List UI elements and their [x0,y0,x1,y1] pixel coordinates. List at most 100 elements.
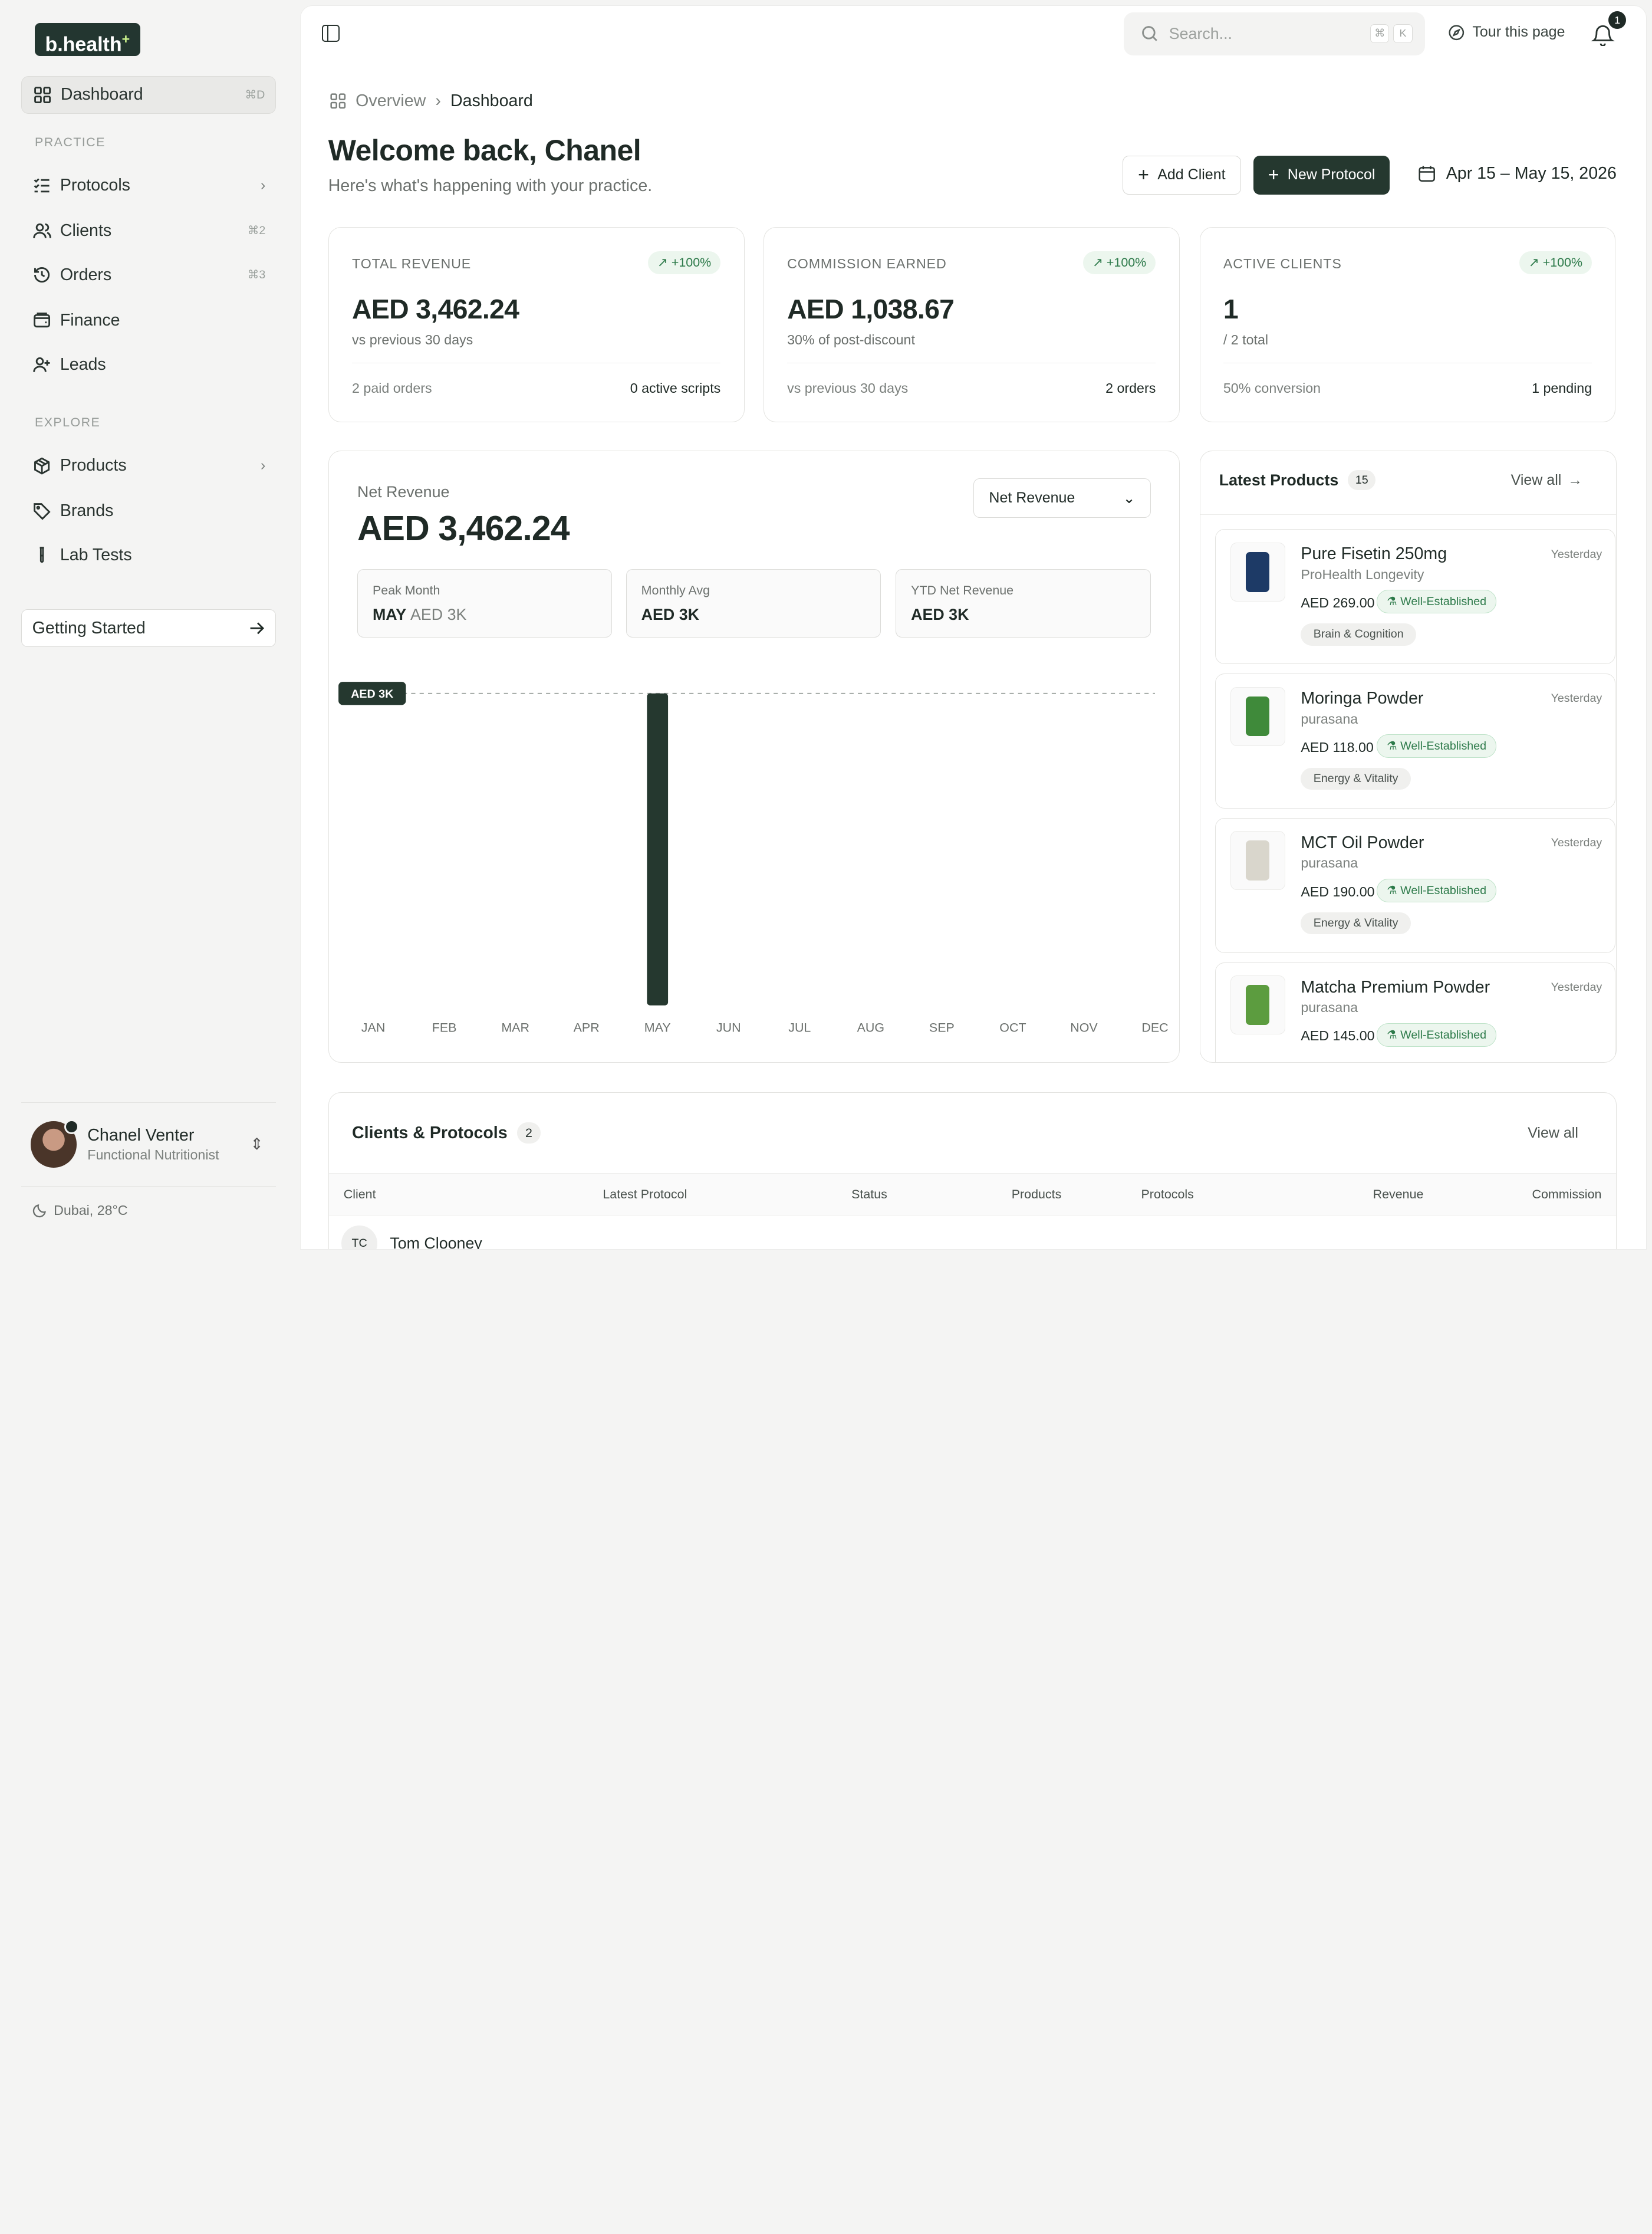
x-tick-label: JUN [716,1021,741,1035]
product-item[interactable]: Matcha Premium Powder purasana Yesterday AE… [1215,962,1615,1063]
products-view-all-link[interactable]: View all → [1511,472,1597,489]
sidebar-item-label: Finance [60,310,120,330]
column-header-protocols[interactable]: Protocols [1141,1187,1194,1202]
product-price: AED 118.00 [1301,739,1374,755]
latest-products-card: Latest Products 15 View all → Pure Fiset… [1199,451,1617,1063]
peak-month-value: MAY AED 3K [372,605,467,623]
sidebar-item-protocols[interactable]: Protocols › [21,166,276,204]
stat-footer-left: 2 paid orders [352,380,432,396]
product-list: Pure Fisetin 250mg ProHealth Longevity Yes… [1215,529,1615,1063]
stat-footer-left: vs previous 30 days [787,380,909,396]
date-range-picker[interactable]: Apr 15 – May 15, 2026 [1418,164,1617,183]
users-icon [33,224,52,238]
product-image [1230,686,1285,746]
x-tick-label: DEC [1141,1021,1168,1035]
category-tag: Energy & Vitality [1301,768,1411,790]
notification-count-badge: 1 [1608,11,1627,29]
chevrons-up-down-icon: ⇕ [250,1135,264,1154]
package-icon [34,457,50,475]
stat-subtext: / 2 total [1223,332,1269,348]
column-header-latest-protocol[interactable]: Latest Protocol [603,1187,687,1202]
breadcrumb-overview[interactable]: Overview [356,91,426,111]
sidebar-item-clients[interactable]: Clients ⌘2 [21,212,276,249]
tour-button[interactable]: Tour this page [1448,24,1565,41]
logo[interactable]: b.health+ [34,23,140,56]
product-time: Yesterday [1551,692,1602,705]
product-name: Pure Fisetin 250mg [1301,544,1447,564]
product-item[interactable]: MCT Oil Powder purasana Yesterday AED 190.0… [1215,817,1615,953]
sidebar-item-lab-tests[interactable]: Lab Tests [21,537,276,574]
product-time: Yesterday [1551,547,1602,561]
x-tick-label: SEP [929,1021,955,1035]
category-tag: Energy & Vitality [1301,912,1411,935]
date-range-label: Apr 15 – May 15, 2026 [1446,163,1617,183]
product-item[interactable]: Pure Fisetin 250mg ProHealth Longevity Yes… [1215,529,1615,664]
weather-widget: Dubai, 28°C [32,1203,128,1218]
column-header-status[interactable]: Status [851,1187,887,1202]
sidebar-item-leads[interactable]: Leads [21,346,276,383]
metric-select-value: Net Revenue [989,489,1075,507]
revenue-value: AED 3,462.24 [357,510,570,548]
stat-card-commission: COMMISSION EARNED ↗ +100% AED 1,038.67 3… [763,227,1180,422]
user-name: Chanel Venter [87,1125,195,1145]
client-initials-avatar: TC [341,1226,377,1250]
column-header-client[interactable]: Client [344,1187,376,1202]
sidebar-item-finance[interactable]: Finance [21,301,276,339]
metric-select[interactable]: Net Revenue ⌄ [973,478,1151,518]
user-menu[interactable]: Chanel Venter Functional Nutritionist ⇕ [21,1102,277,1187]
evidence-badge: ⚗ Well-Established [1377,734,1497,758]
ytd-revenue-value: AED 3K [911,605,969,623]
k-key-hint: K [1393,24,1413,44]
plus-icon: + [1268,164,1279,186]
new-protocol-button[interactable]: + New Protocol [1253,155,1390,195]
trend-badge: ↗ +100% [647,251,721,274]
x-tick-label: MAY [644,1021,671,1035]
column-header-products[interactable]: Products [1012,1187,1062,1202]
sidebar-item-orders[interactable]: Orders ⌘3 [21,256,276,294]
main-panel: Search... ⌘ K Tour this page 1 Overview … [300,5,1647,1250]
product-name: Matcha Premium Powder [1301,977,1490,997]
sidebar: b.health+ Dashboard ⌘D PRACTICE Protocol… [0,0,300,1250]
clients-title: Clients & Protocols 2 [352,1122,541,1144]
product-brand: purasana [1301,855,1358,871]
getting-started-button[interactable]: Getting Started [21,609,277,648]
clients-count-badge: 2 [516,1122,541,1144]
column-header-commission[interactable]: Commission [1532,1187,1601,1202]
product-jar-icon [1246,840,1269,881]
monthly-avg-box: Monthly Avg AED 3K [626,569,881,638]
peak-month-box: Peak Month MAY AED 3K [357,569,613,638]
sidebar-toggle-icon[interactable] [322,25,340,42]
avatar [30,1119,79,1168]
app: b.health+ Dashboard ⌘D PRACTICE Protocol… [0,0,1652,1250]
product-jar-icon [1246,985,1269,1026]
product-item[interactable]: Moringa Powder purasana Yesterday AED 118.0… [1215,674,1615,809]
shortcut-hint: ⌘3 [247,268,266,282]
table-row[interactable]: TC Tom Clooney [341,1226,482,1250]
stat-label: COMMISSION EARNED [787,256,947,272]
calendar-icon [1418,166,1435,182]
stat-label: TOTAL REVENUE [352,256,472,272]
shortcut-hint: ⌘2 [247,224,266,238]
category-tag: Brain & Cognition [1301,623,1417,646]
search-icon [1141,26,1157,41]
sidebar-item-label: Dashboard [60,85,143,104]
checklist-icon [34,178,50,193]
bar-may[interactable] [647,694,668,1006]
sidebar-item-brands[interactable]: Brands [21,492,276,530]
ytd-revenue-label: YTD Net Revenue [911,583,1014,598]
command-key-hint: ⌘ [1370,24,1390,44]
grid-icon [330,93,345,109]
clients-view-all-link[interactable]: View all [1528,1125,1578,1142]
verified-badge-icon [64,1119,79,1134]
sidebar-item-products[interactable]: Products › [21,447,276,485]
breadcrumb: Overview › Dashboard [330,91,533,111]
add-client-button[interactable]: + Add Client [1123,155,1241,195]
trend-badge: ↗ +100% [1082,251,1156,274]
column-header-revenue[interactable]: Revenue [1373,1187,1424,1202]
search-input[interactable]: Search... ⌘ K [1123,12,1425,55]
x-tick-label: NOV [1070,1021,1098,1035]
sidebar-item-dashboard[interactable]: Dashboard ⌘D [21,75,277,114]
clients-protocols-card: Clients & Protocols 2 View all Client La… [328,1092,1617,1250]
section-heading-practice: PRACTICE [34,134,106,149]
getting-started-label: Getting Started [32,618,146,638]
